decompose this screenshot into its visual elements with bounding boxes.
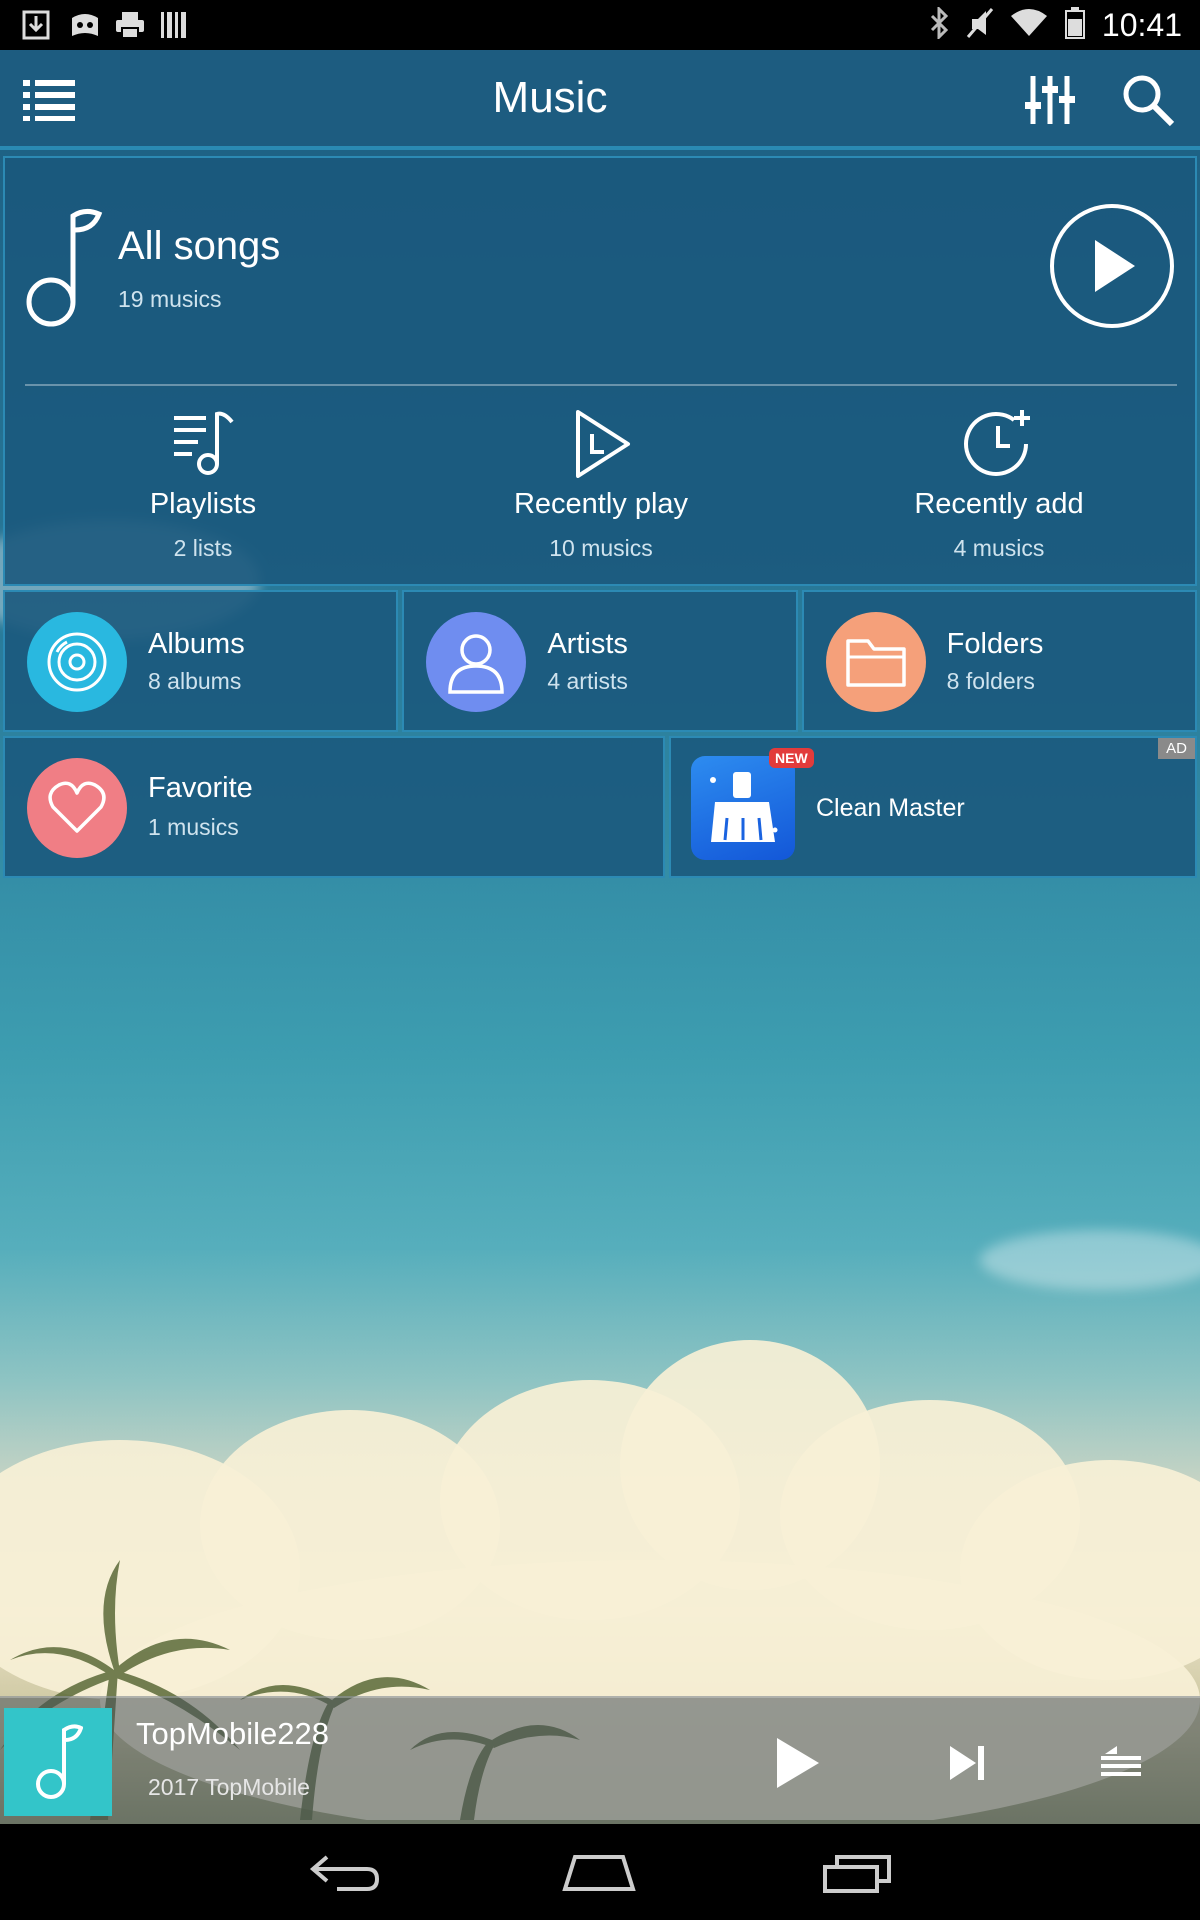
ad-app-name: Clean Master — [816, 794, 965, 822]
tile-count: 4 artists — [547, 668, 628, 694]
quick-link-count: 4 musics — [953, 535, 1045, 561]
tile-albums[interactable]: Albums 8 albums — [3, 590, 399, 732]
status-time: 10:41 — [1101, 6, 1182, 43]
bluetooth-icon — [928, 5, 950, 43]
recent-add-icon — [964, 408, 1034, 478]
app-bar: Music — [0, 50, 1200, 150]
music-note-icon — [23, 208, 103, 328]
play-button[interactable] — [762, 1728, 832, 1798]
now-playing-title: TopMobile228 — [136, 1716, 330, 1751]
equalizer-icon[interactable] — [1022, 72, 1078, 128]
quick-link-count: 10 musics — [549, 535, 653, 561]
recent-apps-icon[interactable] — [812, 1846, 902, 1900]
tile-count: 8 folders — [946, 668, 1035, 694]
download-icon — [22, 10, 50, 40]
queue-icon[interactable] — [1086, 1728, 1156, 1798]
category-tiles: Albums 8 albums Artists 4 artists Folder… — [3, 590, 1197, 732]
album-art-icon — [4, 1708, 112, 1816]
quick-link-label: Recently add — [914, 488, 1084, 520]
recent-play-icon — [566, 408, 636, 478]
all-songs-title: All songs — [118, 224, 281, 268]
quick-link-recently-add[interactable]: Recently add 4 musics — [801, 408, 1197, 578]
quick-link-label: Playlists — [149, 488, 257, 520]
new-badge: NEW — [769, 748, 814, 768]
game-icon — [68, 10, 98, 40]
search-icon[interactable] — [1120, 72, 1176, 128]
favorite-ad-row: Favorite 1 musics NEW Clean Master AD — [3, 736, 1197, 878]
library-card: All songs 19 musics Playlists 2 lists Re… — [3, 156, 1197, 586]
now-playing-bar[interactable]: TopMobile228 2017 TopMobile — [0, 1696, 1200, 1824]
album-disc-icon — [27, 612, 127, 712]
tile-label: Folders — [946, 628, 1044, 660]
status-bar: 10:41 — [0, 0, 1200, 50]
wifi-icon — [1010, 8, 1048, 42]
battery-icon — [1064, 7, 1086, 43]
next-button[interactable] — [932, 1728, 1002, 1798]
divider — [25, 384, 1177, 386]
ad-clean-master[interactable]: NEW Clean Master AD — [669, 736, 1197, 878]
tile-label: Albums — [148, 628, 245, 660]
tile-label: Artists — [547, 628, 628, 660]
tile-count: 1 musics — [148, 814, 239, 840]
playlist-icon — [168, 408, 238, 478]
folder-icon — [825, 612, 926, 712]
tile-artists[interactable]: Artists 4 artists — [402, 590, 798, 732]
now-playing-subtitle: 2017 TopMobile — [148, 1774, 310, 1800]
mute-icon — [966, 7, 994, 43]
tile-count: 8 albums — [148, 668, 242, 694]
quick-link-count: 2 lists — [173, 535, 233, 561]
back-icon[interactable] — [298, 1846, 388, 1900]
barcode-icon — [160, 10, 188, 40]
all-songs-count: 19 musics — [118, 286, 222, 312]
print-icon — [114, 10, 144, 40]
artist-person-icon — [426, 612, 527, 712]
tile-favorite[interactable]: Favorite 1 musics — [3, 736, 665, 878]
quick-link-playlists[interactable]: Playlists 2 lists — [5, 408, 401, 578]
heart-icon — [27, 758, 127, 858]
play-all-button[interactable] — [1050, 204, 1174, 328]
tile-folders[interactable]: Folders 8 folders — [801, 590, 1197, 732]
ad-tag: AD — [1158, 738, 1195, 759]
quick-link-recently-play[interactable]: Recently play 10 musics — [403, 408, 799, 578]
page-title: Music — [492, 73, 608, 122]
system-nav-bar — [0, 1824, 1200, 1920]
broom-icon — [691, 756, 795, 860]
quick-link-label: Recently play — [513, 488, 689, 520]
home-icon[interactable] — [554, 1846, 644, 1900]
tile-label: Favorite — [148, 772, 253, 804]
all-songs-row[interactable]: All songs 19 musics — [5, 158, 1195, 388]
background-wisp — [980, 1230, 1200, 1290]
